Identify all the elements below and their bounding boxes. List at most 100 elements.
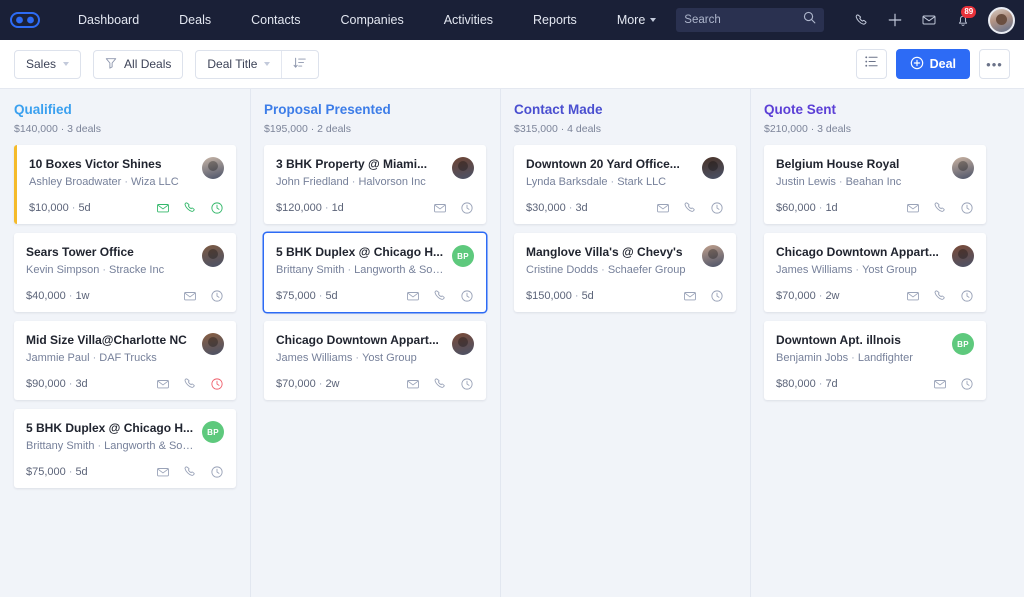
clock-icon[interactable] — [960, 289, 974, 303]
deal-owner-avatar[interactable]: BP — [202, 421, 224, 443]
mail-icon[interactable] — [156, 201, 170, 215]
deal-card[interactable]: 3 BHK Property @ Miami...John Friedland·… — [264, 145, 486, 224]
filter-button[interactable]: All Deals — [93, 50, 183, 79]
mail-icon[interactable] — [406, 289, 420, 303]
more-options-button[interactable]: ••• — [979, 49, 1010, 79]
phone-icon[interactable] — [844, 5, 878, 35]
kanban-board: Qualified$140,000 · 3 deals10 Boxes Vict… — [0, 89, 1024, 597]
mail-icon[interactable] — [183, 289, 197, 303]
deal-card[interactable]: 5 BHK Duplex @ Chicago H...Brittany Smit… — [14, 409, 236, 488]
deal-title: Downtown Apt. illnois — [776, 333, 944, 347]
deal-owner-avatar[interactable] — [702, 245, 724, 267]
clock-icon[interactable] — [210, 377, 224, 391]
deal-card-texts: Downtown Apt. illnoisBenjamin Jobs·Landf… — [776, 333, 952, 364]
separator: · — [349, 176, 359, 188]
deal-owner-avatar[interactable] — [952, 157, 974, 179]
separator: · — [558, 123, 567, 135]
add-deal-button[interactable]: Deal — [896, 49, 970, 79]
clock-icon[interactable] — [960, 201, 974, 215]
mail-icon[interactable] — [156, 465, 170, 479]
deal-owner-avatar[interactable] — [202, 245, 224, 267]
deal-amount-age: $90,000·3d — [26, 378, 88, 390]
nav-item-deals[interactable]: Deals — [159, 0, 231, 40]
deal-card[interactable]: Downtown 20 Yard Office...Lynda Barksdal… — [514, 145, 736, 224]
clock-icon[interactable] — [960, 377, 974, 391]
phone-icon[interactable] — [933, 201, 947, 215]
deal-card[interactable]: Belgium House RoyalJustin Lewis·Beahan I… — [764, 145, 986, 224]
sort-field-selector[interactable]: Deal Title — [196, 51, 281, 78]
mail-icon[interactable] — [683, 289, 697, 303]
search-icon[interactable] — [803, 11, 816, 29]
nav-item-companies[interactable]: Companies — [320, 0, 423, 40]
deal-card[interactable]: Downtown Apt. illnoisBenjamin Jobs·Landf… — [764, 321, 986, 400]
deal-owner-avatar[interactable] — [952, 245, 974, 267]
deal-card[interactable]: Chicago Downtown Appart...James Williams… — [264, 321, 486, 400]
clock-icon[interactable] — [210, 289, 224, 303]
deal-amount-age: $70,000·2w — [776, 290, 840, 302]
deal-card-texts: 3 BHK Property @ Miami...John Friedland·… — [276, 157, 452, 188]
separator: · — [66, 378, 76, 390]
nav-item-more[interactable]: More — [597, 0, 676, 40]
deal-amount: $30,000 — [526, 202, 566, 214]
deal-card-header: Sears Tower OfficeKevin Simpson·Stracke … — [26, 245, 224, 276]
clock-icon[interactable] — [710, 201, 724, 215]
bell-icon[interactable]: 89 — [946, 5, 980, 35]
logo-icon[interactable] — [10, 10, 40, 30]
deal-owner-avatar[interactable] — [452, 333, 474, 355]
deal-card[interactable]: Chicago Downtown Appart...James Williams… — [764, 233, 986, 312]
column-title: Contact Made — [514, 102, 736, 117]
pipeline-selector[interactable]: Sales — [14, 50, 81, 79]
nav-item-reports[interactable]: Reports — [513, 0, 597, 40]
deal-owner-avatar[interactable]: BP — [452, 245, 474, 267]
mail-icon[interactable] — [906, 201, 920, 215]
deal-card[interactable]: Sears Tower OfficeKevin Simpson·Stracke … — [14, 233, 236, 312]
phone-icon[interactable] — [683, 201, 697, 215]
phone-icon[interactable] — [433, 377, 447, 391]
mail-icon[interactable] — [406, 377, 420, 391]
list-view-button[interactable] — [856, 49, 887, 79]
search-placeholder: Search — [684, 14, 803, 26]
mail-icon[interactable] — [156, 377, 170, 391]
mail-icon[interactable] — [906, 289, 920, 303]
clock-icon[interactable] — [210, 465, 224, 479]
phone-icon[interactable] — [933, 289, 947, 303]
phone-icon[interactable] — [183, 201, 197, 215]
nav-item-dashboard[interactable]: Dashboard — [58, 0, 159, 40]
mail-icon[interactable] — [656, 201, 670, 215]
deal-card[interactable]: 10 Boxes Victor ShinesAshley Broadwater·… — [14, 145, 236, 224]
nav-item-activities[interactable]: Activities — [424, 0, 513, 40]
phone-icon[interactable] — [183, 377, 197, 391]
search-input[interactable]: Search — [676, 8, 824, 32]
mail-icon[interactable] — [933, 377, 947, 391]
deal-age: 5d — [582, 290, 594, 302]
clock-icon[interactable] — [460, 377, 474, 391]
deal-card[interactable]: Mid Size Villa@Charlotte NCJammie Paul·D… — [14, 321, 236, 400]
deal-card-footer: $75,000·5d — [276, 289, 474, 303]
phone-icon[interactable] — [433, 289, 447, 303]
mail-icon[interactable] — [433, 201, 447, 215]
deal-card-header: Downtown 20 Yard Office...Lynda Barksdal… — [526, 157, 724, 188]
deal-owner-avatar[interactable] — [452, 157, 474, 179]
deal-age: 1d — [332, 202, 344, 214]
clock-icon[interactable] — [460, 201, 474, 215]
deal-owner-avatar[interactable] — [202, 333, 224, 355]
deal-contact-name: Jammie Paul — [26, 352, 90, 364]
deal-amount-age: $10,000·5d — [29, 202, 91, 214]
clock-icon[interactable] — [460, 289, 474, 303]
deal-contact-name: Benjamin Jobs — [776, 352, 848, 364]
avatar[interactable] — [988, 7, 1015, 34]
deal-owner-avatar[interactable] — [702, 157, 724, 179]
deal-owner-avatar[interactable] — [202, 157, 224, 179]
clock-icon[interactable] — [710, 289, 724, 303]
phone-icon[interactable] — [183, 465, 197, 479]
deal-card[interactable]: 5 BHK Duplex @ Chicago H...Brittany Smit… — [264, 233, 486, 312]
plus-icon[interactable] — [878, 5, 912, 35]
deal-card[interactable]: Manglove Villa's @ Chevy'sCristine Dodds… — [514, 233, 736, 312]
nav-item-contacts[interactable]: Contacts — [231, 0, 320, 40]
clock-icon[interactable] — [210, 201, 224, 215]
sort-direction-button[interactable] — [281, 51, 318, 78]
mail-icon[interactable] — [912, 5, 946, 35]
deal-card-header: Mid Size Villa@Charlotte NCJammie Paul·D… — [26, 333, 224, 364]
deal-owner-avatar[interactable]: BP — [952, 333, 974, 355]
separator: · — [58, 123, 67, 135]
